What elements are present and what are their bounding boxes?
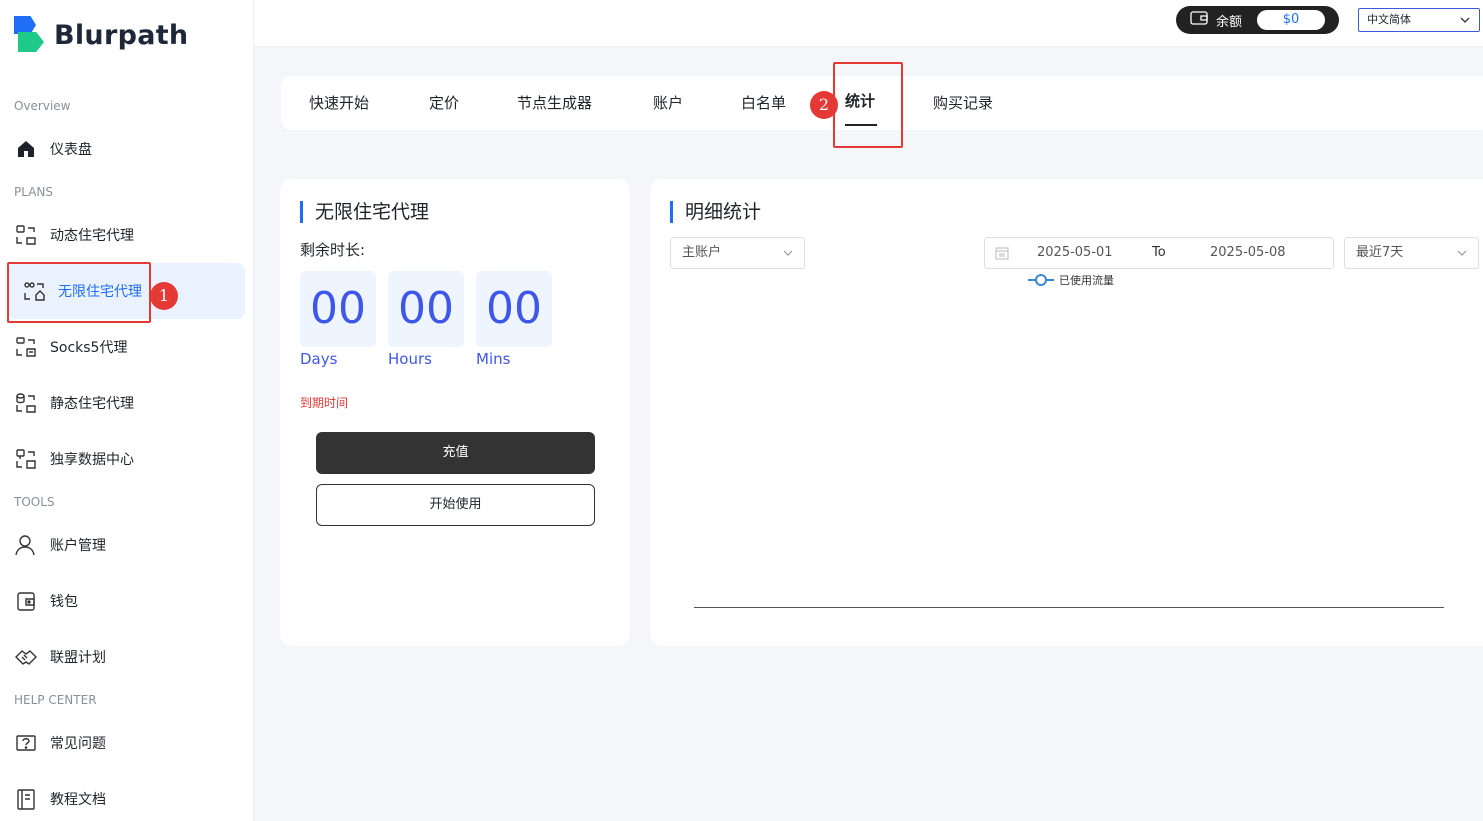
sidebar-item-dynamic-residential[interactable]: 动态住宅代理 (14, 214, 244, 256)
calendar-icon (995, 239, 1009, 279)
faq-icon (14, 731, 38, 755)
sidebar-item-datacenter[interactable]: 独享数据中心 (14, 438, 244, 480)
socks5-icon (14, 335, 38, 359)
days-label: Days (300, 350, 338, 368)
section-plans: PLANS (14, 185, 53, 199)
chevron-down-icon (1456, 238, 1468, 280)
sidebar-item-label: 常见问题 (50, 736, 106, 752)
expire-label: 到期时间 (300, 396, 349, 410)
section-help-center: HELP CENTER (14, 693, 97, 707)
legend-line-marker-icon (1028, 273, 1054, 287)
sidebar-item-label: Socks5代理 (50, 340, 128, 356)
section-overview: Overview (14, 99, 71, 113)
docs-icon (14, 787, 38, 811)
static-proxy-icon (14, 391, 38, 415)
sidebar-item-affiliate[interactable]: 联盟计划 (14, 636, 244, 678)
stats-card-title: 明细统计 (670, 201, 761, 223)
range-select-value: 最近7天 (1356, 245, 1404, 260)
sidebar-item-faq[interactable]: 常见问题 (14, 722, 244, 764)
tab-pricing[interactable]: 定价 (429, 76, 459, 130)
tab-account[interactable]: 账户 (653, 76, 683, 130)
account-select[interactable]: 主账户 (670, 237, 805, 269)
sidebar-item-label: 静态住宅代理 (50, 396, 134, 412)
tab-purchase-history[interactable]: 购买记录 (933, 76, 993, 130)
dynamic-proxy-icon (14, 223, 38, 247)
user-icon (14, 533, 38, 557)
sidebar-item-wallet[interactable]: 钱包 (14, 580, 244, 622)
chart-legend[interactable]: 已使用流量 (1028, 272, 1114, 288)
logo[interactable]: Blurpath (14, 16, 188, 54)
hours-label: Hours (388, 350, 432, 368)
balance-value: $0 (1257, 10, 1325, 30)
sidebar-item-dashboard[interactable]: 仪表盘 (14, 128, 244, 170)
sidebar-item-label: 教程文档 (50, 792, 106, 808)
date-to-label: To (1152, 245, 1166, 260)
legend-label: 已使用流量 (1059, 274, 1114, 287)
wallet-icon (14, 589, 38, 613)
hours-counter: 00 (388, 271, 464, 347)
language-select[interactable]: 中文简体 (1358, 8, 1480, 32)
tab-quick-start[interactable]: 快速开始 (309, 76, 369, 130)
account-select-value: 主账户 (682, 245, 722, 260)
sidebar-item-label: 账户管理 (50, 538, 106, 554)
sidebar-item-label: 独享数据中心 (50, 452, 134, 468)
chevron-down-icon (782, 238, 794, 280)
topbar: 余额 $0 中文简体 (254, 0, 1483, 47)
tab-bar: 快速开始 定价 节点生成器 账户 白名单 统计 购买记录 (281, 76, 1483, 130)
step-badge-2: 2 (810, 91, 838, 119)
handshake-icon (14, 645, 38, 669)
stats-card: 明细统计 主账户 2025-05-01 To 2025-05-08 最近7天 已… (650, 179, 1483, 646)
sidebar-item-unlimited-residential[interactable]: 无限住宅代理 (8, 263, 245, 319)
sidebar-item-label: 钱包 (50, 594, 78, 610)
tab-node-generator[interactable]: 节点生成器 (517, 76, 592, 130)
plan-card-title: 无限住宅代理 (300, 201, 429, 223)
datacenter-icon (14, 447, 38, 471)
sidebar-item-label: 动态住宅代理 (50, 228, 134, 244)
date-end[interactable]: 2025-05-08 (1210, 238, 1286, 268)
date-range-picker[interactable]: 2025-05-01 To 2025-05-08 (984, 237, 1334, 269)
sidebar: Blurpath Overview 仪表盘 PLANS 动态住宅代理 无限住宅代… (0, 0, 254, 821)
section-tools: TOOLS (14, 495, 55, 509)
language-value: 中文简体 (1367, 13, 1411, 26)
sidebar-item-account-management[interactable]: 账户管理 (14, 524, 244, 566)
start-using-button[interactable]: 开始使用 (316, 484, 595, 526)
range-select[interactable]: 最近7天 (1344, 237, 1479, 269)
mins-label: Mins (476, 350, 511, 368)
sidebar-item-static-residential[interactable]: 静态住宅代理 (14, 382, 244, 424)
home-icon (14, 137, 38, 161)
remaining-label: 剩余时长: (300, 241, 366, 259)
days-counter: 00 (300, 271, 376, 347)
chart-x-axis (694, 607, 1444, 608)
sidebar-item-label: 仪表盘 (50, 142, 92, 158)
mins-counter: 00 (476, 271, 552, 347)
app-name: Blurpath (54, 19, 189, 51)
unlimited-proxy-icon (22, 279, 46, 303)
step-badge-1: 1 (150, 282, 178, 310)
sidebar-item-label: 无限住宅代理 (58, 284, 142, 300)
plan-card: 无限住宅代理 剩余时长: 00 00 00 Days Hours Mins 到期… (280, 179, 630, 646)
balance-pill[interactable]: 余额 $0 (1176, 6, 1339, 34)
tab-whitelist[interactable]: 白名单 (741, 76, 786, 130)
sidebar-item-docs[interactable]: 教程文档 (14, 778, 244, 820)
date-start[interactable]: 2025-05-01 (1037, 238, 1113, 268)
balance-label: 余额 (1216, 14, 1243, 30)
recharge-button[interactable]: 充值 (316, 432, 595, 474)
chevron-down-icon (1459, 9, 1471, 39)
wallet-icon (1190, 10, 1208, 30)
sidebar-item-label: 联盟计划 (50, 650, 106, 666)
blurpath-logo-icon (14, 16, 46, 54)
sidebar-item-socks5[interactable]: Socks5代理 (14, 326, 244, 368)
tab-statistics[interactable]: 统计 (845, 74, 878, 128)
